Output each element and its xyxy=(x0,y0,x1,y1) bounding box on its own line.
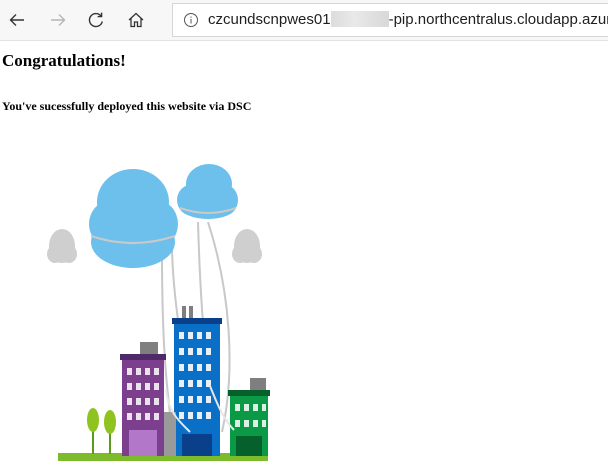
url-prefix: czcundscnpwes01 xyxy=(208,11,331,28)
home-icon xyxy=(128,12,144,28)
address-bar[interactable]: czcundscnpwes01 -pip.northcentralus.cloud… xyxy=(172,3,608,37)
url-suffix: -pip.northcentralus.cloudapp.azure.com/ xyxy=(388,11,608,28)
grey-low-building xyxy=(164,412,176,456)
page-heading: Congratulations! xyxy=(2,51,126,70)
back-button[interactable] xyxy=(1,4,33,36)
info-circle-icon[interactable] xyxy=(183,12,199,28)
refresh-icon xyxy=(88,12,103,28)
home-button[interactable] xyxy=(120,4,152,36)
trees xyxy=(87,408,116,454)
forward-button[interactable] xyxy=(42,4,74,36)
refresh-button[interactable] xyxy=(80,4,112,36)
green-building xyxy=(228,378,270,456)
deploy-message: You've sucessfully deployed this website… xyxy=(2,99,252,113)
left-grey-cloud xyxy=(47,229,77,263)
city-buildings-clouds-illustration xyxy=(47,164,270,461)
url-redacted-segment xyxy=(330,11,389,27)
large-blue-cloud xyxy=(89,169,178,268)
purple-building xyxy=(120,342,166,456)
browser-toolbar: czcundscnpwes01 -pip.northcentralus.cloud… xyxy=(0,0,608,41)
url-text[interactable]: czcundscnpwes01 -pip.northcentralus.cloud… xyxy=(208,11,608,28)
arrow-left-icon xyxy=(9,14,24,26)
blue-building xyxy=(172,306,222,456)
right-grey-cloud xyxy=(232,229,262,263)
arrow-right-icon xyxy=(51,14,66,26)
